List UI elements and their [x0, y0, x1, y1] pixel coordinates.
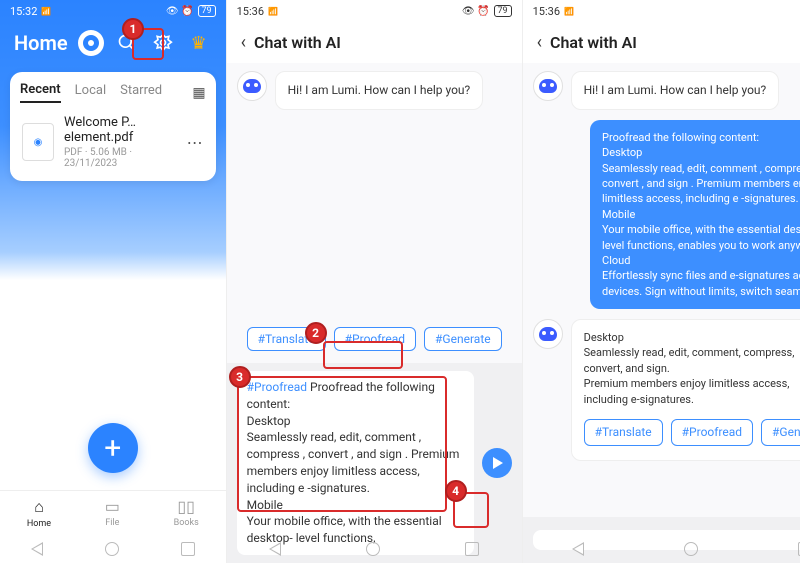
settings-icon[interactable] [150, 30, 176, 56]
sys-home[interactable] [105, 542, 119, 556]
send-button[interactable] [482, 448, 512, 478]
ai-response: Desktop Seamlessly read, edit, comment, … [571, 319, 800, 461]
system-nav [523, 535, 800, 563]
bottom-nav: ⌂Home ▭File ▯▯Books [0, 490, 226, 535]
system-nav [227, 535, 522, 563]
chat-panel-input: 15:36📶 👁 ⏰79 ‹ Chat with AI Hi! I am Lum… [227, 0, 523, 563]
input-area: #Proofread Proofread the following conte… [227, 363, 522, 563]
grid-view-icon[interactable]: ▦ [192, 85, 205, 101]
back-icon[interactable]: ‹ [241, 32, 246, 53]
ai-avatar [237, 71, 267, 101]
tab-recent[interactable]: Recent [20, 82, 61, 103]
chip-generate[interactable]: #Generate [424, 327, 502, 351]
ai-avatar [533, 71, 563, 101]
status-bar: 15:36📶 👁 ⏰79 [227, 0, 522, 22]
chat-panel-response: 15:36📶 👁 ⏰79 ‹ Chat with AI Hi! I am Lum… [523, 0, 800, 563]
nav-file[interactable]: ▭File [105, 497, 120, 529]
user-message: Proofread the following content: Desktop… [590, 120, 800, 309]
tab-local[interactable]: Local [75, 83, 106, 102]
file-row[interactable]: ◉ Welcome P…element.pdf PDF · 5.06 MB · … [20, 103, 206, 171]
nav-home[interactable]: ⌂Home [27, 497, 51, 529]
file-thumb-icon: ◉ [22, 123, 54, 161]
crown-icon[interactable]: ♛ [186, 30, 212, 56]
file-meta: PDF · 5.06 MB · 23/11/2023 [64, 147, 187, 169]
callout-3: 3 [229, 366, 251, 388]
sys-recent[interactable] [181, 542, 195, 556]
chat-title: Chat with AI [254, 33, 341, 52]
ai-avatar [533, 319, 563, 349]
chat-title: Chat with AI [550, 33, 637, 52]
ai-icon[interactable] [78, 30, 104, 56]
ai-message: Hi! I am Lumi. How can I help you? [275, 71, 484, 110]
nav-books[interactable]: ▯▯Books [174, 497, 199, 529]
callout-1: 1 [122, 18, 144, 40]
chat-header: ‹ Chat with AI [227, 22, 522, 63]
status-bar: 15:36📶 👁 ⏰79 [523, 0, 800, 22]
chat-header: ‹ Chat with AI [523, 22, 800, 63]
file-name: Welcome P…element.pdf [64, 115, 187, 145]
system-nav [0, 535, 226, 563]
sys-back[interactable] [572, 542, 584, 556]
chat-input[interactable]: #Proofread Proofread the following conte… [237, 371, 474, 555]
tab-starred[interactable]: Starred [120, 83, 162, 102]
callout-4: 4 [445, 480, 467, 502]
sys-recent[interactable] [465, 542, 479, 556]
back-icon[interactable]: ‹ [537, 32, 542, 53]
status-bar: 15:32📶 👁 ⏰79 [0, 0, 226, 22]
chip-proofread[interactable]: #Proofread [334, 327, 416, 351]
files-card: Recent Local Starred ▦ ◉ Welcome P…eleme… [10, 72, 216, 181]
chip-proofread[interactable]: #Proofread [671, 419, 753, 446]
more-icon[interactable]: ⋯ [187, 133, 204, 152]
add-fab[interactable]: + [88, 423, 138, 473]
chip-translate[interactable]: #Translate [584, 419, 663, 446]
page-title: Home [14, 31, 68, 55]
chip-generate[interactable]: #Generate [761, 419, 800, 446]
sys-home[interactable] [684, 542, 698, 556]
callout-2: 2 [305, 322, 327, 344]
sys-home[interactable] [366, 542, 380, 556]
ai-message: Hi! I am Lumi. How can I help you? [571, 71, 780, 110]
sys-back[interactable] [269, 542, 281, 556]
send-icon [493, 457, 503, 469]
home-panel: 15:32📶 👁 ⏰79 Home ♛ Recent Local Starred… [0, 0, 227, 563]
sys-back[interactable] [31, 542, 43, 556]
